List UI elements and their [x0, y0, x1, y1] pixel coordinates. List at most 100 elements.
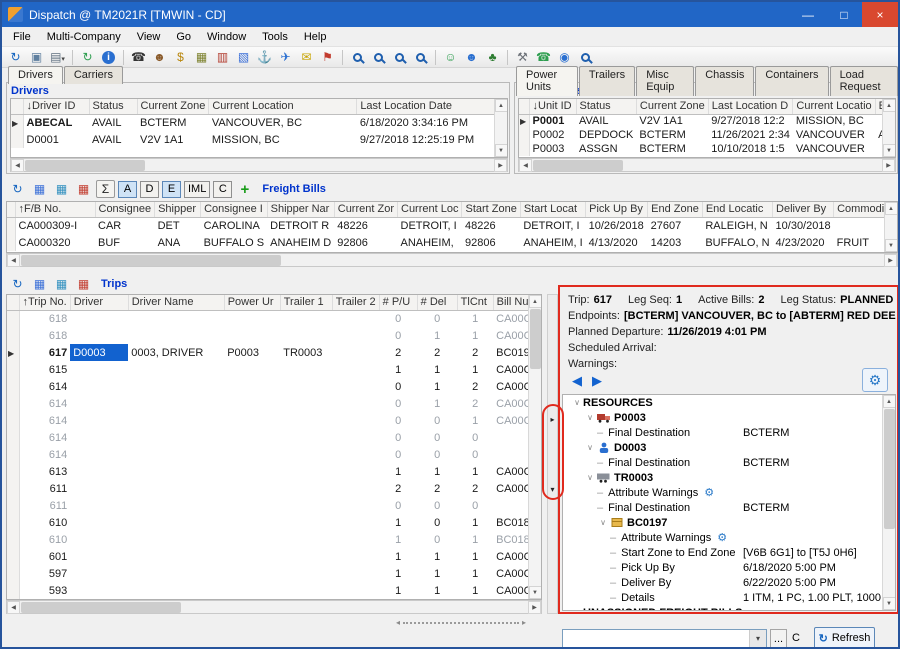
trips-cell[interactable]	[224, 361, 280, 378]
trips-cell[interactable]: 601	[19, 548, 70, 565]
power-units-cell[interactable]: 9/27/2018 12:2	[708, 114, 793, 128]
tools-icon[interactable]: ⚒	[513, 48, 532, 66]
scroll-right-icon[interactable]	[494, 159, 507, 172]
refresh-icon[interactable]: ↻	[6, 48, 25, 66]
menu-view[interactable]: View	[129, 29, 169, 45]
trips-cell[interactable]: 1	[379, 361, 417, 378]
power-units-col-unit-id[interactable]: ↓Unit ID	[529, 99, 576, 114]
trips-col-driver-name[interactable]: Driver Name	[128, 295, 224, 310]
menu-multi-company[interactable]: Multi-Company	[39, 29, 129, 45]
trips-cell[interactable]	[224, 531, 280, 548]
trips-row[interactable]: 614012CA00C	[7, 395, 538, 412]
grid-blue-icon[interactable]: ▦	[30, 180, 49, 198]
trips-cell[interactable]	[70, 361, 128, 378]
trips-cell[interactable]	[128, 429, 224, 446]
sync-icon[interactable]: ↻	[78, 48, 97, 66]
freight-bills-cell[interactable]: 14203	[648, 234, 703, 251]
trips-cell[interactable]	[224, 429, 280, 446]
trips-cell[interactable]	[70, 548, 128, 565]
freight-bills-cell[interactable]: DET	[155, 217, 201, 234]
money-icon[interactable]: $	[171, 48, 190, 66]
power-units-cell[interactable]: V2V 1A1	[636, 114, 708, 128]
trips-cell[interactable]	[128, 480, 224, 497]
scroll-left-icon[interactable]	[519, 159, 532, 172]
trips-cell[interactable]	[280, 582, 332, 599]
scroll-up-icon[interactable]	[883, 99, 896, 112]
trips-col-del[interactable]: # Del	[417, 295, 457, 310]
tree-row-resources[interactable]: RESOURCES	[563, 395, 895, 410]
trips-cell[interactable]	[224, 310, 280, 327]
equipment-tab-containers[interactable]: Containers	[755, 66, 828, 96]
trips-cell[interactable]: 611	[19, 497, 70, 514]
scroll-down-icon[interactable]	[529, 586, 542, 599]
grid-teal-icon[interactable]: ▦	[52, 180, 71, 198]
trips-cell[interactable]	[70, 412, 128, 429]
freight-bills-col-end-zone[interactable]: End Zone	[648, 202, 703, 217]
power-units-cell[interactable]: P0001	[529, 114, 576, 128]
equipment-tab-trailers[interactable]: Trailers	[579, 66, 635, 96]
trips-cell[interactable]: 0	[417, 497, 457, 514]
trips-cell[interactable]	[280, 463, 332, 480]
next-leg-button[interactable]	[588, 372, 606, 390]
trips-cell[interactable]: 0	[417, 429, 457, 446]
tree-row-deliver-by[interactable]: Deliver By6/22/2020 5:00 PM	[563, 575, 895, 590]
chevron-down-icon[interactable]	[749, 630, 766, 647]
trips-cell[interactable]	[70, 582, 128, 599]
trips-cell[interactable]: 0	[417, 514, 457, 531]
power-units-col-last-location-d[interactable]: Last Location D	[708, 99, 793, 114]
trips-cell[interactable]: 610	[19, 514, 70, 531]
power-units-horizontal-scrollbar[interactable]	[518, 158, 896, 172]
grid-red-icon[interactable]: ▦	[74, 180, 93, 198]
drivers-cell[interactable]: MISSION, BC	[209, 131, 357, 148]
gear-icon[interactable]	[717, 531, 727, 544]
trips-cell[interactable]: 1	[379, 565, 417, 582]
trips-cell[interactable]	[128, 446, 224, 463]
trips-cell[interactable]	[224, 463, 280, 480]
freight-bills-filter-c[interactable]: C	[213, 181, 232, 198]
freight-bills-cell[interactable]: RALEIGH, N	[702, 217, 772, 234]
tree-row-pick-up-by[interactable]: Pick Up By6/18/2020 5:00 PM	[563, 560, 895, 575]
trips-cell[interactable]: 1	[379, 531, 417, 548]
trips-cell[interactable]	[224, 480, 280, 497]
trips-cell[interactable]: 1	[457, 412, 493, 429]
trips-cell[interactable]	[332, 327, 379, 344]
trips-cell[interactable]: 1	[417, 395, 457, 412]
horizontal-splitter-grip[interactable]	[396, 618, 526, 627]
users-icon[interactable]: ☻	[462, 48, 481, 66]
trips-cell[interactable]	[70, 480, 128, 497]
trips-cell[interactable]: 617	[19, 344, 70, 361]
freight-bills-cell[interactable]: BUFFALO S	[201, 234, 268, 251]
trips-cell[interactable]	[332, 412, 379, 429]
trips-cell[interactable]	[332, 395, 379, 412]
window-icon[interactable]: ▣	[27, 48, 46, 66]
trips-row[interactable]: 614012CA00C	[7, 378, 538, 395]
trips-cell[interactable]	[280, 514, 332, 531]
trips-cell[interactable]: 618	[19, 310, 70, 327]
power-units-row[interactable]: P0003ASSGNBCTERM10/10/2018 1:5VANCOUVER	[519, 142, 896, 156]
trips-cell[interactable]	[224, 497, 280, 514]
trips-cell[interactable]	[70, 395, 128, 412]
trips-cell[interactable]	[280, 531, 332, 548]
sum-icon[interactable]: Σ	[96, 180, 115, 198]
find-bill-icon[interactable]	[348, 48, 367, 66]
freight-bills-cell[interactable]: DETROIT, I	[520, 217, 585, 234]
freight-bills-cell[interactable]: 4/23/2020	[773, 234, 834, 251]
trips-cell[interactable]	[280, 361, 332, 378]
freight-bills-filter-iml[interactable]: IML	[184, 181, 210, 198]
trips-col-power-ur[interactable]: Power Ur	[224, 295, 280, 310]
tree-row-d0003[interactable]: D0003	[563, 440, 895, 455]
drivers-col-status[interactable]: Status	[89, 99, 137, 114]
splitter-expand-icon[interactable]	[548, 483, 557, 496]
chevron-down-icon[interactable]	[584, 413, 596, 422]
scroll-thumb[interactable]	[530, 309, 541, 369]
trips-cell[interactable]: D0003	[70, 344, 128, 361]
trips-cell[interactable]	[280, 378, 332, 395]
scroll-thumb[interactable]	[21, 602, 181, 613]
scroll-thumb[interactable]	[25, 160, 145, 171]
grid-red-icon[interactable]: ▦	[74, 275, 93, 293]
plane-icon[interactable]: ✈	[276, 48, 295, 66]
trips-row[interactable]: 614000	[7, 429, 538, 446]
trips-cell[interactable]	[280, 497, 332, 514]
trips-cell[interactable]: 2	[457, 344, 493, 361]
tree-vertical-scrollbar[interactable]	[882, 395, 895, 610]
